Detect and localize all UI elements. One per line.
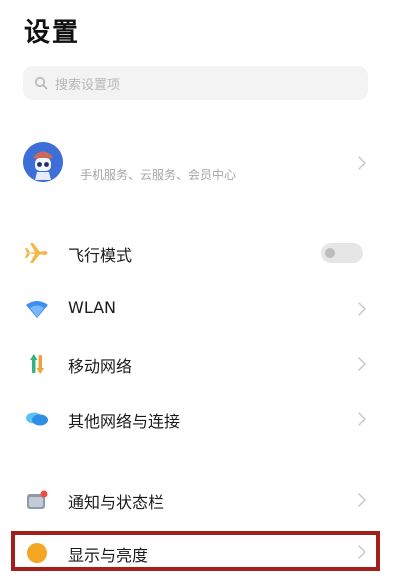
settings-item-label: 移动网络	[68, 357, 133, 376]
chevron-right-icon	[358, 357, 366, 371]
settings-item-airplane-mode[interactable]: 飞行模式	[0, 227, 397, 279]
account-row[interactable]: 手机服务、云服务、会员中心	[0, 134, 397, 192]
search-icon	[31, 73, 51, 93]
airplane-icon	[24, 240, 50, 266]
account-subtitle: 手机服务、云服务、会员中心	[80, 168, 237, 182]
page-title: 设置	[24, 18, 81, 48]
mobile-network-icon	[24, 351, 50, 377]
settings-item-notifications[interactable]: 通知与状态栏	[0, 474, 397, 526]
notification-icon	[24, 487, 50, 513]
connection-icon	[24, 406, 50, 432]
search-input[interactable]: 搜索设置项	[23, 66, 368, 100]
avatar	[23, 142, 63, 182]
wifi-icon	[24, 296, 50, 322]
settings-item-mobile-network[interactable]: 移动网络	[0, 338, 397, 390]
search-placeholder: 搜索设置项	[55, 77, 121, 93]
airplane-mode-toggle[interactable]	[321, 243, 363, 263]
chevron-right-icon	[358, 493, 366, 507]
settings-item-label: 通知与状态栏	[68, 493, 165, 512]
toggle-knob	[325, 248, 335, 258]
highlight-box	[11, 531, 380, 571]
settings-item-wlan[interactable]: WLAN	[0, 283, 397, 335]
settings-item-other-connections[interactable]: 其他网络与连接	[0, 393, 397, 445]
settings-item-label: 其他网络与连接	[68, 412, 181, 431]
chevron-right-icon	[358, 302, 366, 316]
chevron-right-icon	[358, 156, 366, 170]
chevron-right-icon	[358, 412, 366, 426]
settings-item-label: WLAN	[68, 298, 117, 317]
settings-item-label: 飞行模式	[68, 246, 133, 265]
